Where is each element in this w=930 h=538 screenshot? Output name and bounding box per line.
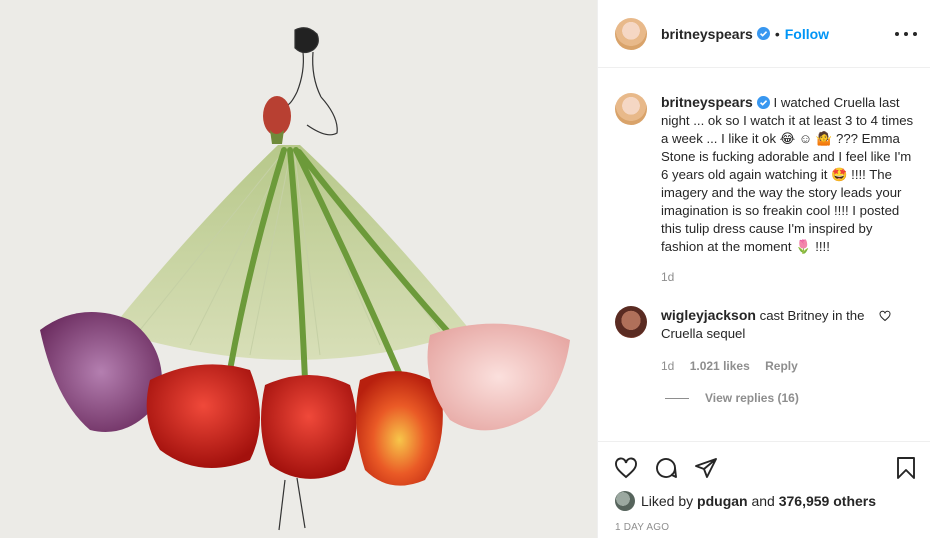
commenter-username[interactable]: wigleyjackson	[661, 307, 756, 323]
reply-button[interactable]: Reply	[765, 359, 798, 373]
separator-dot: •	[774, 25, 780, 42]
comment-age[interactable]: 1d	[661, 359, 674, 373]
comment-icon[interactable]	[654, 456, 678, 480]
verified-badge-icon	[756, 27, 770, 40]
post-actions: Liked by pdugan and 376,959 others 1 DAY…	[598, 441, 930, 538]
verified-badge-icon	[756, 96, 770, 109]
tulip-orange	[356, 371, 443, 486]
caption-author-avatar[interactable]	[615, 93, 647, 125]
comments-list[interactable]: britneyspears I watched Cruella last nig…	[598, 69, 930, 441]
caption: britneyspears I watched Cruella last nig…	[615, 93, 914, 286]
tulip-red-2	[261, 375, 357, 479]
view-replies-label: View replies (16)	[705, 391, 799, 405]
comment-heart-icon[interactable]	[879, 310, 891, 322]
post-detail-panel: britneyspears • Follow britneyspears I w…	[597, 0, 930, 538]
replies-line	[665, 397, 689, 399]
view-replies-button[interactable]: View replies (16)	[665, 391, 914, 405]
liked-by-user[interactable]: pdugan	[697, 493, 748, 509]
comment-likes[interactable]: 1.021 likes	[690, 359, 750, 373]
author-avatar[interactable]	[615, 17, 647, 50]
caption-age[interactable]: 1d	[661, 268, 914, 286]
tulip-red-1	[146, 364, 260, 468]
author-username[interactable]: britneyspears	[661, 26, 753, 42]
post-timestamp[interactable]: 1 DAY AGO	[615, 522, 669, 533]
tulip-dress-illustration	[0, 0, 597, 538]
liked-by-prefix: Liked by	[641, 493, 694, 509]
post-image[interactable]	[0, 0, 597, 538]
caption-text: I watched Cruella last night ... ok so I…	[661, 95, 914, 254]
liker-avatar[interactable]	[615, 491, 635, 511]
liked-by-and: and	[751, 493, 775, 509]
follow-button[interactable]: Follow	[785, 26, 829, 42]
share-icon[interactable]	[694, 456, 718, 480]
comment-item: wigleyjackson cast Britney in the Cruell…	[615, 306, 914, 375]
liked-by-count[interactable]: 376,959 others	[779, 493, 876, 509]
likes-summary: Liked by pdugan and 376,959 others	[615, 491, 876, 511]
heart-icon[interactable]	[614, 456, 638, 480]
more-options-icon[interactable]	[895, 25, 917, 43]
caption-author-username[interactable]: britneyspears	[661, 94, 753, 110]
post-header: britneyspears • Follow	[598, 0, 930, 68]
bookmark-icon[interactable]	[894, 456, 918, 480]
commenter-avatar[interactable]	[615, 306, 647, 338]
